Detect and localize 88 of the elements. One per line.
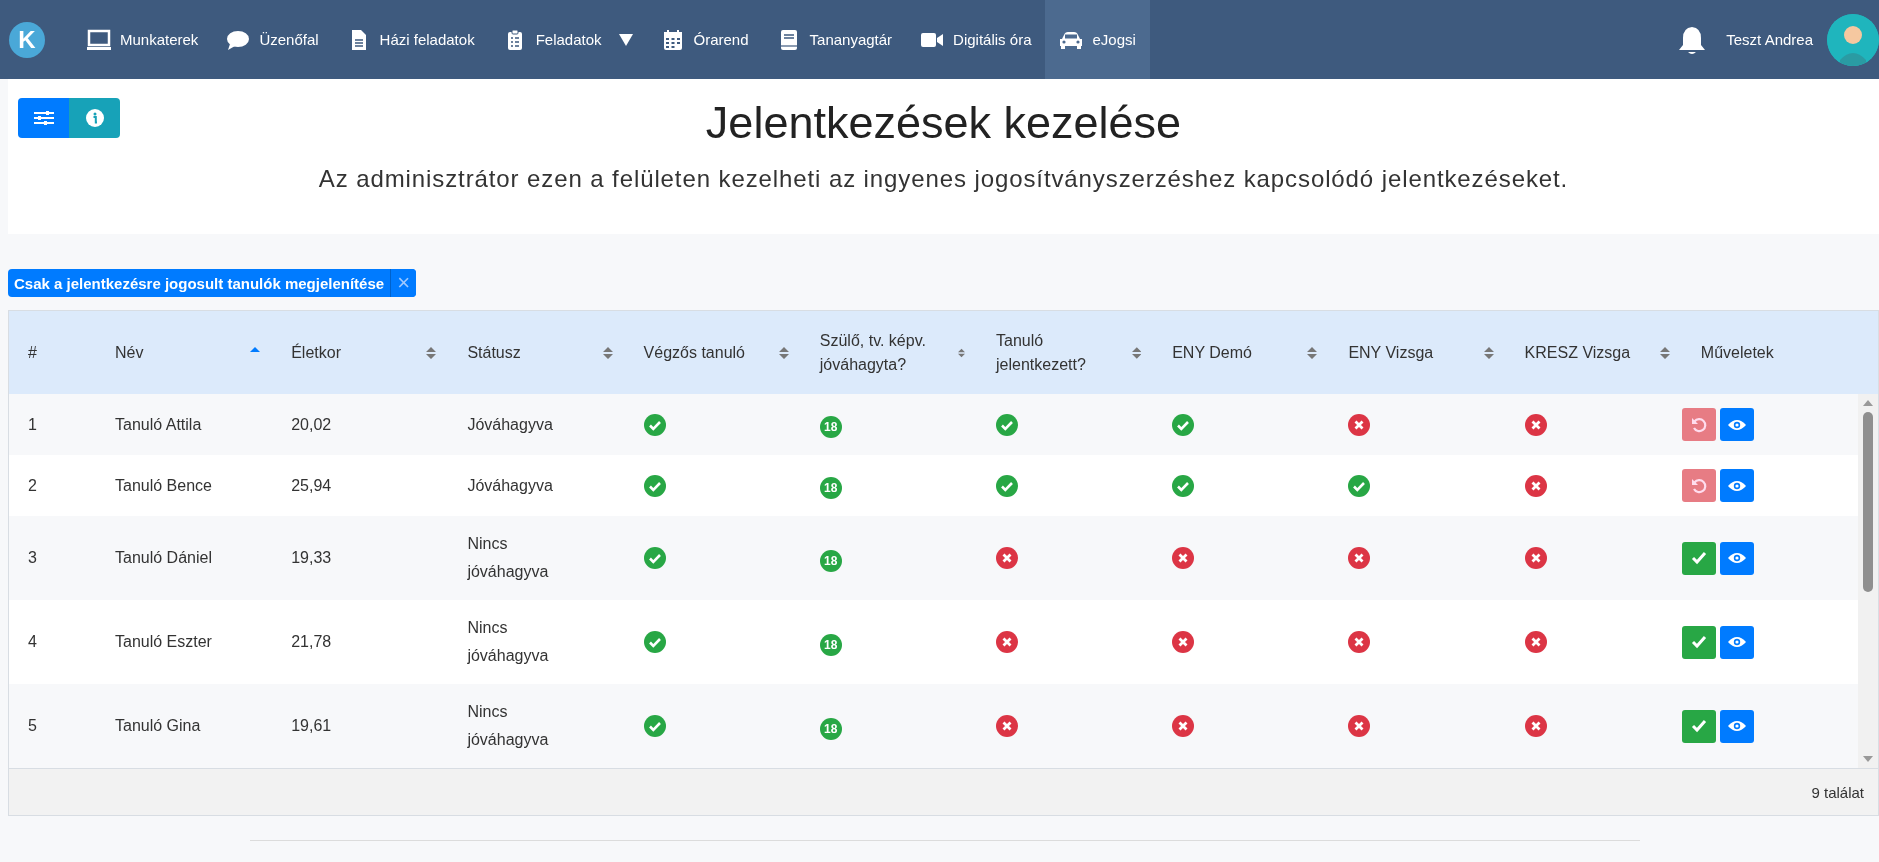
- scroll-down-icon[interactable]: [1863, 756, 1873, 762]
- sort-icon[interactable]: [778, 345, 789, 360]
- view-button[interactable]: [1719, 709, 1754, 743]
- row-number: 1: [27, 414, 38, 435]
- column-header[interactable]: ENY Vizsga: [1348, 340, 1434, 365]
- filter-label: Csak a jelentkezésre jogosult tanulók megjelenítése: [13, 274, 386, 292]
- column-header[interactable]: ENY Demó: [1172, 340, 1252, 365]
- sort-icon[interactable]: [602, 345, 613, 360]
- student-age: 19,61: [290, 716, 333, 736]
- sort-icon[interactable]: [1131, 345, 1142, 360]
- age-badge: 18: [819, 633, 842, 656]
- age-badge: 18: [819, 549, 842, 572]
- page-description: Az adminisztrátor ezen a felületen kezelheti az ingyenes jogosítványszerzéshez kapcsolódó jelentkezéseket.: [318, 165, 1569, 193]
- eye-icon: [1727, 636, 1746, 648]
- student-age: 20,02: [290, 414, 333, 435]
- nav-link[interactable]: Tananyagtár: [762, 0, 907, 79]
- student-age: 25,94: [290, 475, 333, 496]
- sort-icon[interactable]: [1307, 345, 1318, 360]
- approval-status: Nincs jóváhagyva: [466, 702, 550, 750]
- column-header[interactable]: Életkor: [291, 340, 341, 365]
- scrollbar-thumb[interactable]: [1863, 412, 1873, 592]
- result-count: 9 találat: [1811, 783, 1864, 801]
- checkmark-icon: [1690, 635, 1707, 649]
- column-header[interactable]: Szülő, tv. képv. jóváhagyta?: [819, 328, 958, 377]
- nav-link[interactable]: eJogsi: [1045, 0, 1150, 79]
- column-header: #: [28, 342, 37, 363]
- monitor-icon: [87, 28, 111, 51]
- column-header[interactable]: Tanuló jelentkezett?: [996, 328, 1132, 377]
- approval-status: Nincs jóváhagyva: [466, 534, 550, 582]
- page-title: Jelentkezések kezelése: [705, 97, 1182, 149]
- student-name: Tanuló Attila: [114, 414, 203, 435]
- student-name: Tanuló Dániel: [114, 548, 213, 568]
- scrollbar[interactable]: [1858, 394, 1878, 768]
- nav-link[interactable]: Munkaterek: [73, 0, 213, 79]
- undo-icon: [1690, 416, 1707, 433]
- revoke-button[interactable]: [1681, 469, 1716, 502]
- nav-link[interactable]: Házi feladatok: [332, 0, 489, 79]
- sort-icon[interactable]: [426, 345, 437, 360]
- view-button[interactable]: [1719, 408, 1754, 441]
- sliders-icon: [33, 110, 54, 126]
- column-header[interactable]: KRESZ Vizsga: [1524, 340, 1631, 365]
- approve-button[interactable]: [1681, 541, 1716, 575]
- student-name: Tanuló Eszter: [114, 632, 213, 652]
- filter-settings-button[interactable]: [18, 98, 69, 138]
- column-header[interactable]: Végzős tanuló: [643, 340, 745, 365]
- approve-button[interactable]: [1681, 625, 1716, 659]
- scroll-up-icon[interactable]: [1863, 400, 1873, 406]
- sort-icon[interactable]: [1659, 345, 1670, 360]
- bell-icon[interactable]: [1678, 24, 1707, 55]
- student-age: 19,33: [290, 548, 333, 568]
- speech-bubble-icon: [226, 28, 251, 51]
- student-name: Tanuló Bence: [114, 475, 213, 496]
- eye-icon: [1727, 720, 1746, 732]
- avatar-icon[interactable]: [1827, 13, 1879, 66]
- approval-status: Nincs jóváhagyva: [466, 618, 550, 666]
- nav-link[interactable]: Feladatok: [488, 0, 647, 79]
- view-button[interactable]: [1719, 541, 1754, 575]
- nav-link[interactable]: Digitális óra: [906, 0, 1046, 79]
- view-button[interactable]: [1719, 625, 1754, 659]
- revoke-button[interactable]: [1681, 408, 1716, 441]
- approval-status: Jóváhagyva: [466, 414, 554, 435]
- nav-link[interactable]: Órarend: [646, 0, 763, 79]
- user-name[interactable]: Teszt Andrea: [1726, 31, 1813, 48]
- student-age: 21,78: [290, 632, 333, 652]
- column-header[interactable]: Név: [115, 340, 144, 365]
- checkmark-icon: [1690, 551, 1707, 565]
- eye-icon: [1727, 552, 1746, 564]
- student-name: Tanuló Gina: [114, 716, 202, 736]
- column-header: Műveletek: [1700, 342, 1774, 363]
- row-number: 2: [27, 475, 38, 496]
- age-badge: 18: [819, 717, 842, 740]
- info-icon: [85, 109, 104, 127]
- age-badge: 18: [819, 477, 842, 499]
- row-number: 5: [27, 716, 38, 736]
- column-header[interactable]: Státusz: [467, 340, 521, 365]
- view-button[interactable]: [1719, 469, 1754, 502]
- approve-button[interactable]: [1681, 709, 1716, 743]
- eye-icon: [1727, 479, 1746, 492]
- nav-link[interactable]: Üzenőfal: [212, 0, 333, 79]
- approval-status: Jóváhagyva: [466, 475, 554, 496]
- checkmark-icon: [1690, 719, 1707, 733]
- info-button[interactable]: [69, 98, 120, 138]
- eye-icon: [1727, 418, 1746, 431]
- undo-icon: [1690, 477, 1707, 494]
- row-number: 3: [27, 548, 38, 568]
- age-badge: 18: [819, 416, 842, 438]
- sort-icon[interactable]: [1483, 345, 1494, 360]
- row-number: 4: [27, 632, 38, 652]
